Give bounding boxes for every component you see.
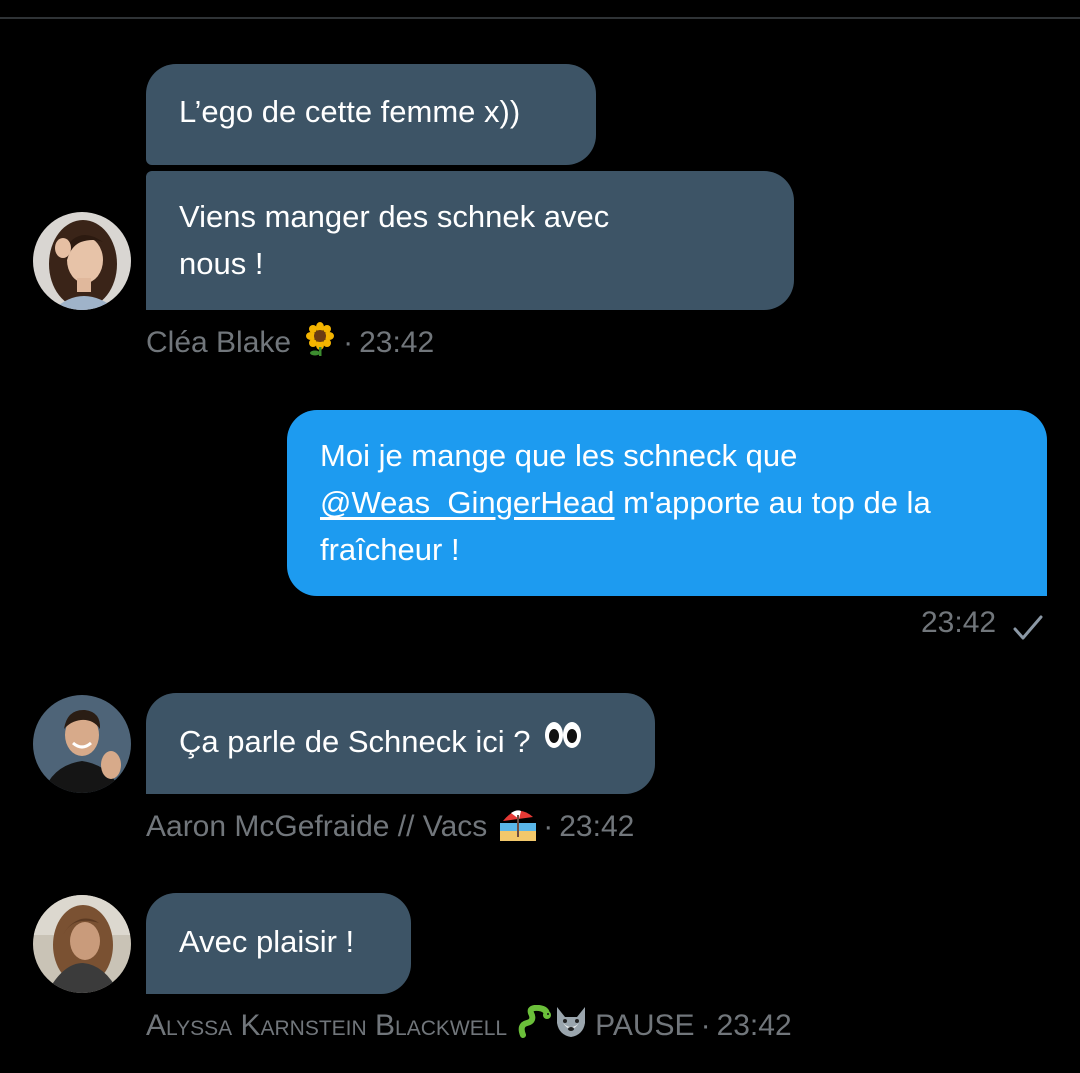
beach-umbrella-icon — [499, 805, 537, 849]
message-text: L’ego de cette femme x)) — [179, 94, 521, 129]
message-meta: Aaron McGefraide // Vacs · 23:42 — [146, 805, 634, 849]
message-bubble[interactable]: L’ego de cette femme x)) — [146, 64, 596, 165]
mention-link[interactable]: @Weas_GingerHead — [320, 485, 615, 520]
sender-name: Cléa Blake — [146, 326, 292, 359]
message-bubble-outgoing[interactable]: Moi je mange que les schneck que @Weas_G… — [287, 410, 1047, 596]
message-meta: Alyssa Karnstein Blackwell PAUSE · 23:42 — [146, 1004, 792, 1047]
snake-icon — [517, 1004, 553, 1047]
message-text: Viens manger des schnek avec — [179, 199, 610, 234]
eyes-icon — [543, 717, 583, 764]
message-text: m'apporte au top de la — [623, 485, 931, 520]
wolf-icon — [553, 1005, 589, 1047]
timestamp: 23:42 — [716, 1009, 792, 1042]
sender-name: Alyssa Karnstein Blackwell — [146, 1009, 508, 1042]
message-bubble[interactable]: Viens manger des schnek avec nous ! — [146, 171, 794, 310]
avatar[interactable] — [33, 212, 131, 310]
message-bubble[interactable]: Avec plaisir ! — [146, 893, 411, 994]
message-text: fraîcheur ! — [320, 532, 460, 567]
timestamp: 23:42 — [921, 606, 997, 639]
timestamp: 23:42 — [559, 810, 635, 843]
avatar[interactable] — [33, 695, 131, 793]
message-text-line: @Weas_GingerHead m'apporte au top de la — [320, 479, 1014, 526]
message-meta: 23:42 — [921, 606, 996, 640]
message-text: nous ! — [179, 246, 264, 281]
message-text: Avec plaisir ! — [179, 924, 355, 959]
separator: · — [343, 326, 354, 359]
message-bubble[interactable]: Ça parle de Schneck ici ? — [146, 693, 655, 794]
separator: · — [543, 810, 554, 843]
message-meta: Cléa Blake · 23:42 — [146, 322, 434, 364]
sunflower-icon — [303, 322, 337, 364]
avatar[interactable] — [33, 895, 131, 993]
timestamp: 23:42 — [359, 326, 435, 359]
separator: · — [700, 1009, 711, 1042]
checkmark-icon — [1012, 614, 1044, 647]
sender-name: Aaron McGefraide // Vacs — [146, 810, 488, 843]
message-text: Ça parle de Schneck ici ? — [179, 724, 531, 759]
message-text: Moi je mange que les schneck que — [320, 438, 798, 473]
top-divider — [0, 17, 1080, 19]
sender-suffix: PAUSE — [595, 1009, 695, 1042]
